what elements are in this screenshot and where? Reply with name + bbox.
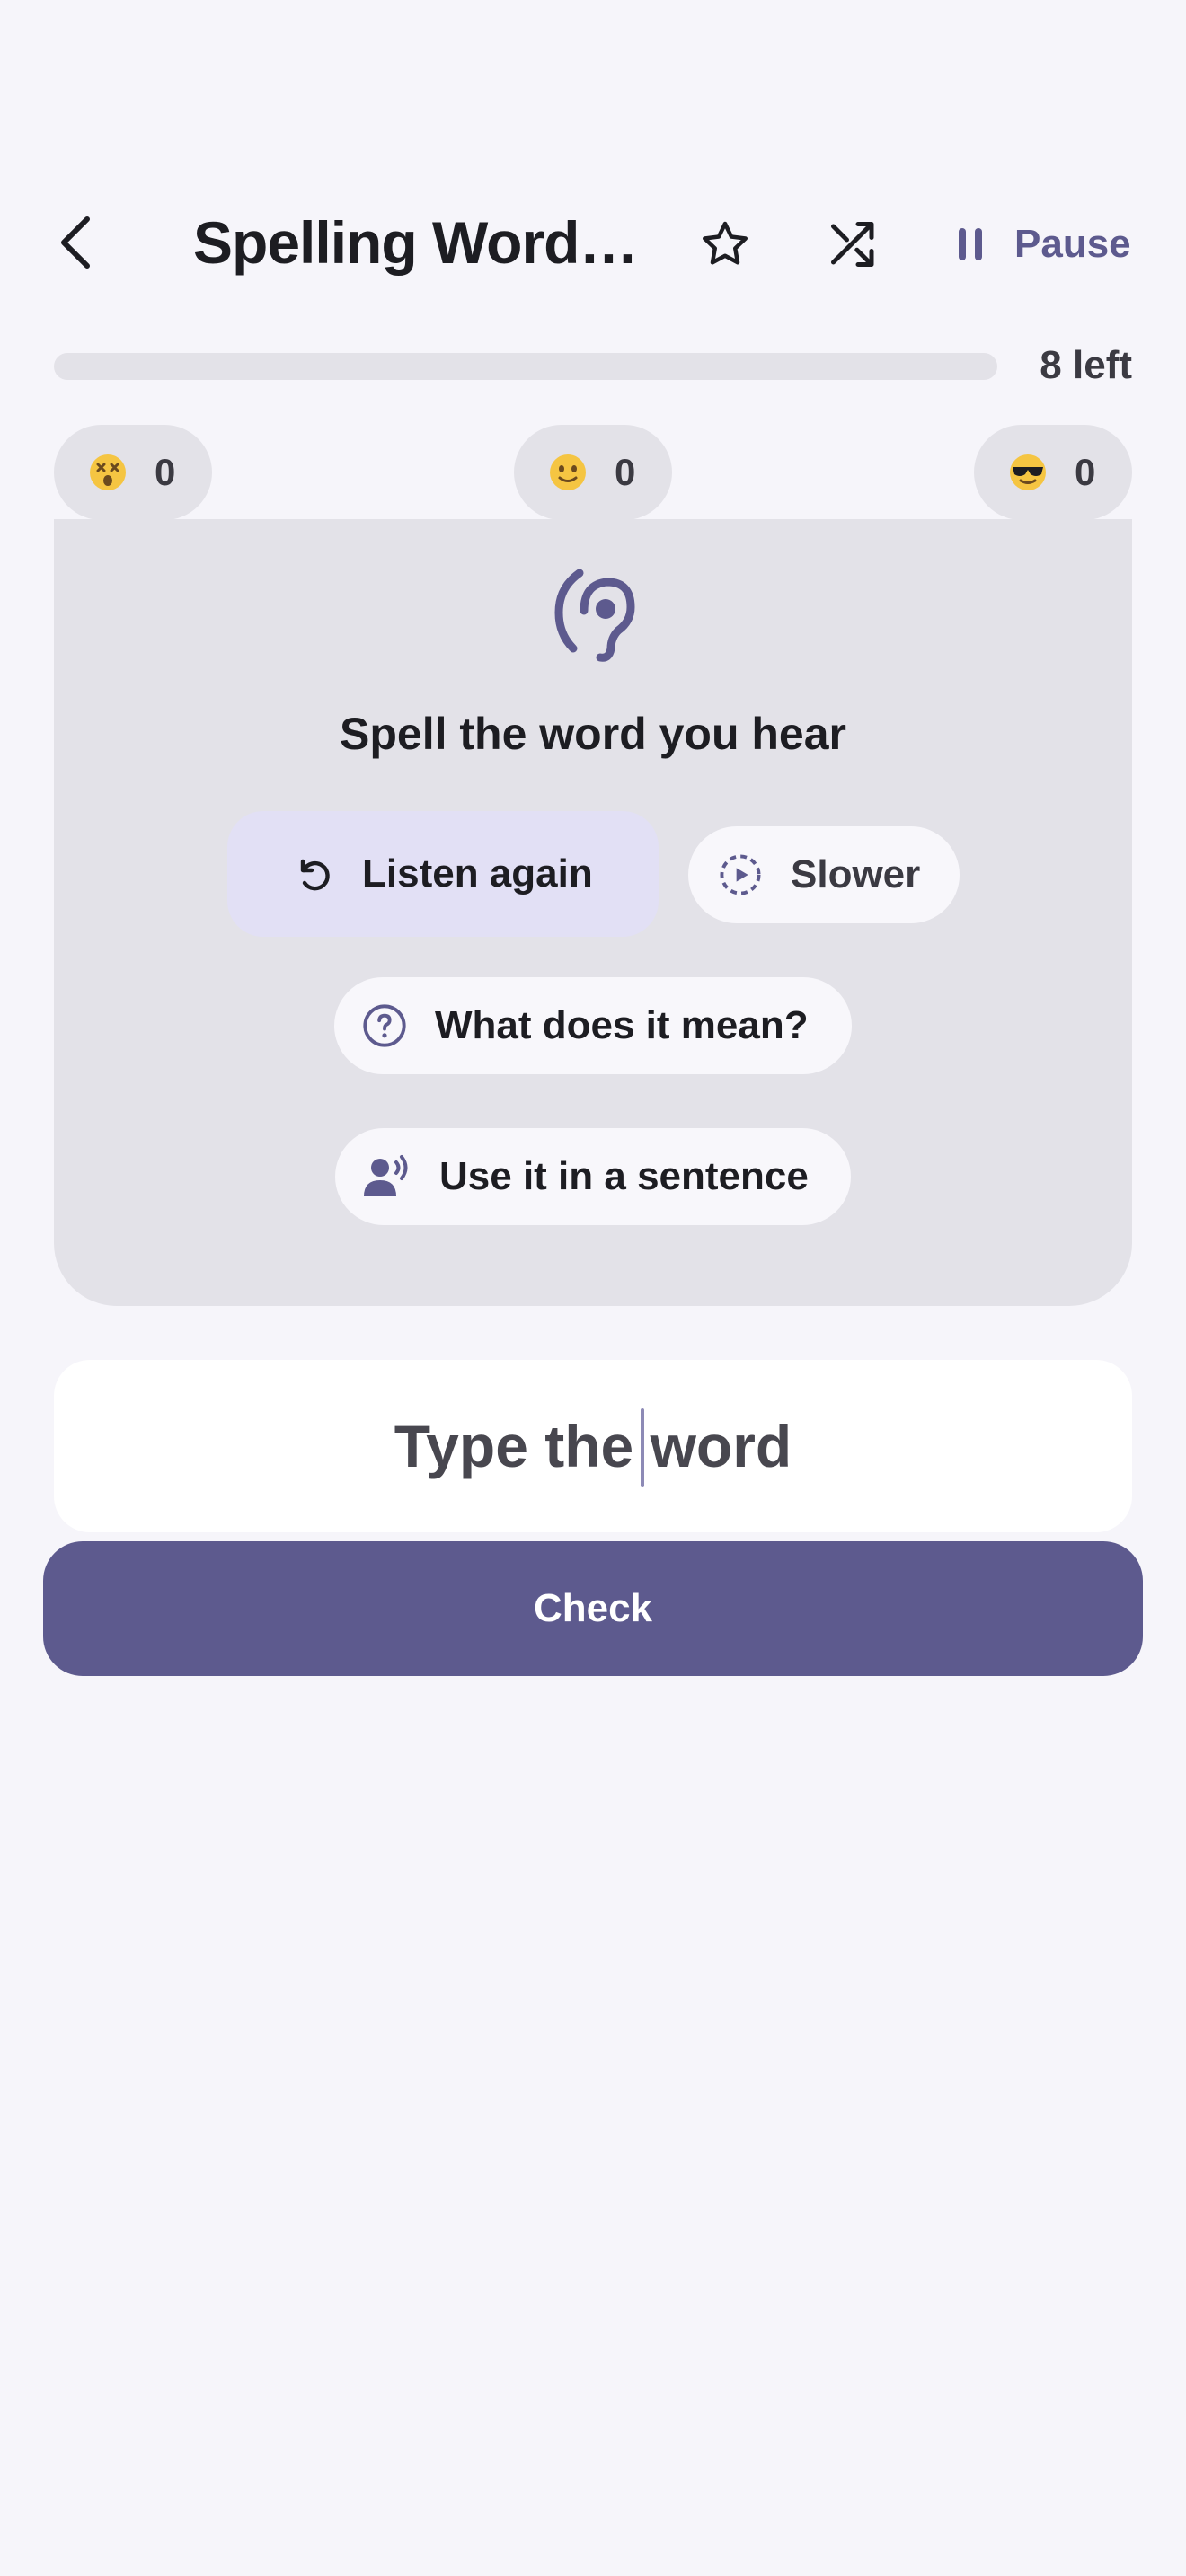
score-chip-great: 0: [974, 425, 1132, 520]
question-card: Spell the word you hear Listen again Slo…: [54, 519, 1132, 1306]
progress-bar: [54, 353, 997, 380]
words-left-count: 8 left: [1040, 343, 1132, 387]
text-caret: [641, 1408, 644, 1487]
score-chip-wrong: 0: [54, 425, 212, 520]
score-count: 0: [155, 451, 176, 493]
slower-label: Slower: [791, 852, 921, 896]
slightly-smiling-face-emoji-icon: [550, 454, 586, 490]
back-button[interactable]: [49, 216, 103, 269]
what-does-it-mean-label: What does it mean?: [435, 1003, 809, 1047]
use-in-sentence-button[interactable]: Use it in a sentence: [335, 1128, 851, 1225]
top-bar: Spelling Word… Pause: [0, 189, 1186, 296]
star-icon: [703, 221, 748, 265]
answer-field-container: [54, 1360, 1132, 1532]
slow-play-icon: [720, 854, 761, 895]
score-count: 0: [615, 451, 636, 493]
listen-again-button[interactable]: Listen again: [227, 811, 659, 937]
score-chip-okay: 0: [514, 425, 672, 520]
page-title: Spelling Word…: [193, 209, 638, 276]
replay-icon: [300, 859, 330, 891]
score-count: 0: [1075, 451, 1096, 493]
check-button[interactable]: Check: [43, 1541, 1143, 1676]
dizzy-face-emoji-icon: [90, 454, 126, 490]
shuffle-icon: [831, 222, 874, 267]
progress-row: 8 left: [54, 343, 1132, 387]
pause-label: Pause: [1014, 222, 1131, 266]
what-does-it-mean-button[interactable]: What does it mean?: [334, 977, 852, 1074]
pause-button[interactable]: Pause: [957, 217, 1131, 271]
check-button-label: Check: [533, 1586, 653, 1630]
use-in-sentence-label: Use it in a sentence: [439, 1154, 809, 1198]
speaking-person-icon: [364, 1155, 408, 1196]
chevron-left-icon: [61, 216, 90, 269]
ear-icon: [554, 569, 635, 662]
pause-icon: [959, 228, 982, 260]
slower-button[interactable]: Slower: [688, 826, 960, 923]
sunglasses-face-emoji-icon: [1010, 454, 1046, 490]
prompt-text: Spell the word you hear: [340, 709, 846, 759]
shuffle-button[interactable]: [825, 216, 882, 273]
answer-input[interactable]: [54, 1412, 1132, 1480]
listen-again-label: Listen again: [362, 851, 593, 895]
favorite-button[interactable]: [696, 216, 754, 273]
question-circle-icon: [363, 1004, 406, 1047]
